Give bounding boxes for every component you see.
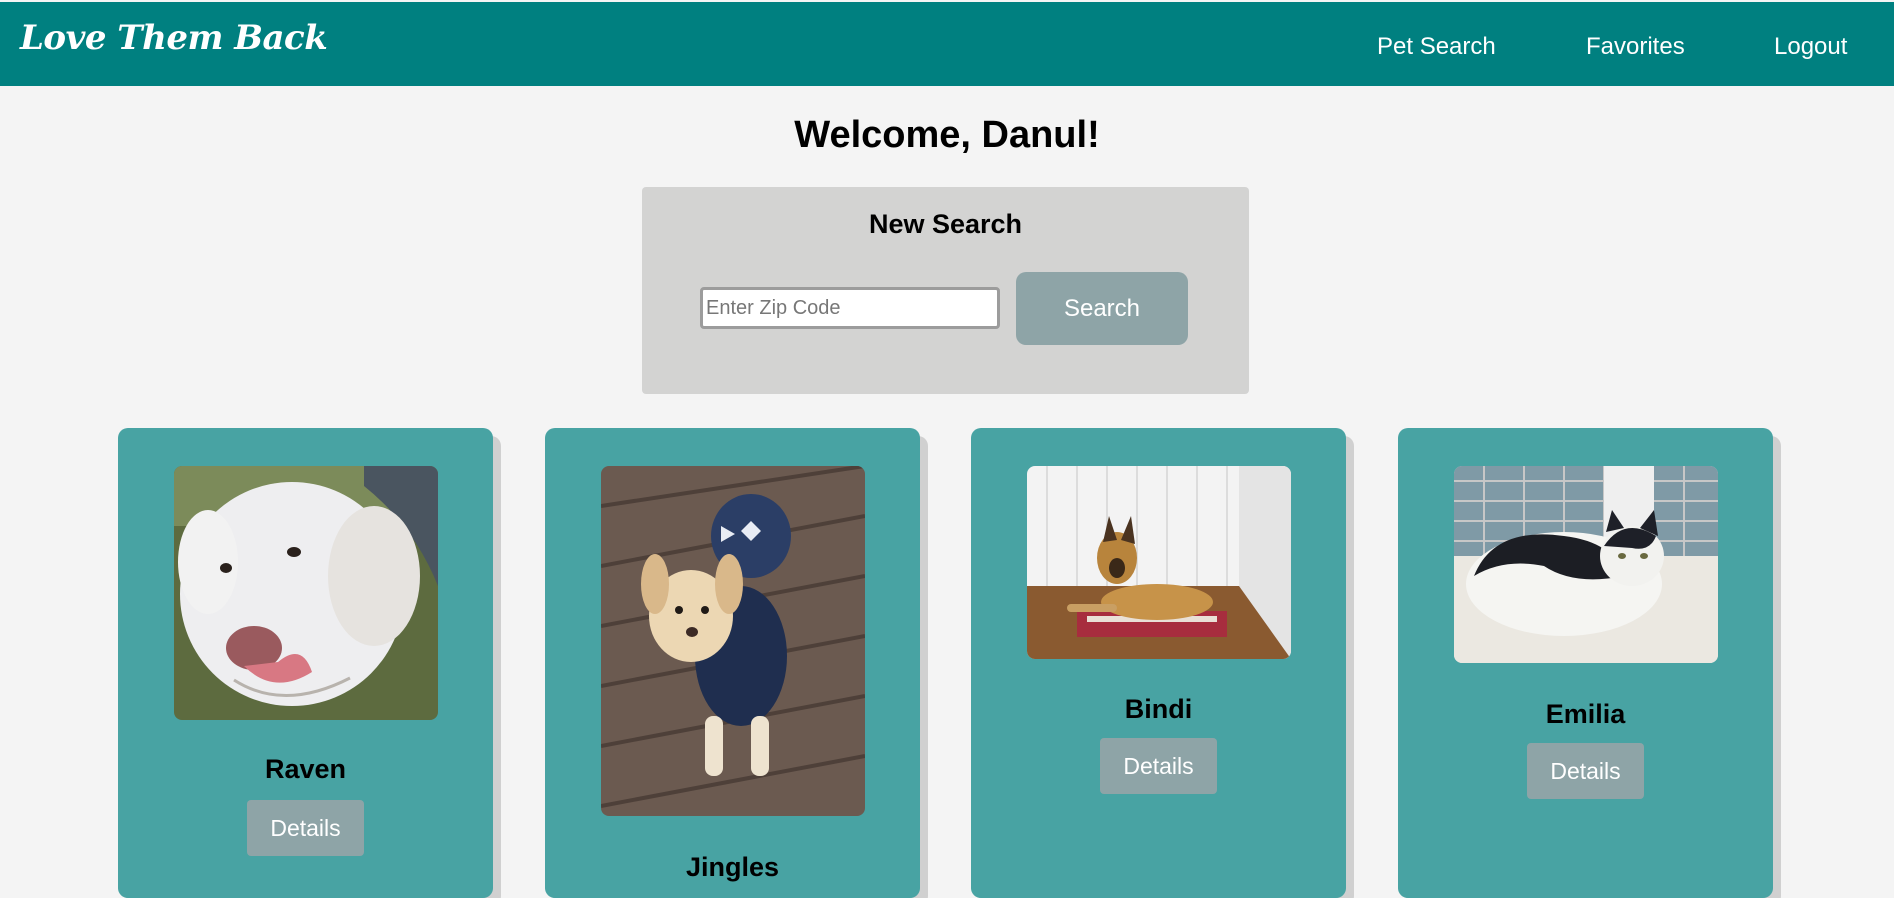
pet-name-raven: Raven: [264, 754, 347, 784]
details-button-bindi[interactable]: Details: [1100, 738, 1217, 794]
pet-card-emilia: Emilia Details: [1398, 428, 1773, 898]
search-panel-title: New Search: [868, 209, 1023, 239]
pet-card-jingles: Jingles: [545, 428, 920, 898]
brand-logo[interactable]: Love Them Back: [20, 14, 328, 62]
nav-link-favorites[interactable]: Favorites: [1586, 32, 1685, 62]
welcome-heading: Welcome, Danul!: [794, 114, 1100, 156]
nav-link-logout[interactable]: Logout: [1774, 32, 1847, 62]
zip-code-input[interactable]: [700, 287, 1000, 329]
details-button-emilia[interactable]: Details: [1527, 743, 1644, 799]
search-panel: New Search Search: [642, 187, 1249, 394]
pet-card-raven: Raven Details: [118, 428, 493, 898]
nav-link-pet-search[interactable]: Pet Search: [1377, 32, 1496, 62]
pet-photo-raven[interactable]: [174, 466, 438, 720]
search-button[interactable]: Search: [1016, 272, 1188, 345]
pet-name-jingles: Jingles: [685, 852, 780, 882]
pet-photo-bindi[interactable]: [1027, 466, 1291, 659]
pet-photo-emilia[interactable]: [1454, 466, 1718, 663]
top-navbar: Love Them Back Pet Search Favorites Logo…: [0, 2, 1894, 86]
pet-name-emilia: Emilia: [1545, 699, 1626, 729]
pet-name-bindi: Bindi: [1124, 694, 1193, 724]
pet-card-bindi: Bindi Details: [971, 428, 1346, 898]
details-button-raven[interactable]: Details: [247, 800, 364, 856]
pet-photo-jingles[interactable]: [601, 466, 865, 816]
